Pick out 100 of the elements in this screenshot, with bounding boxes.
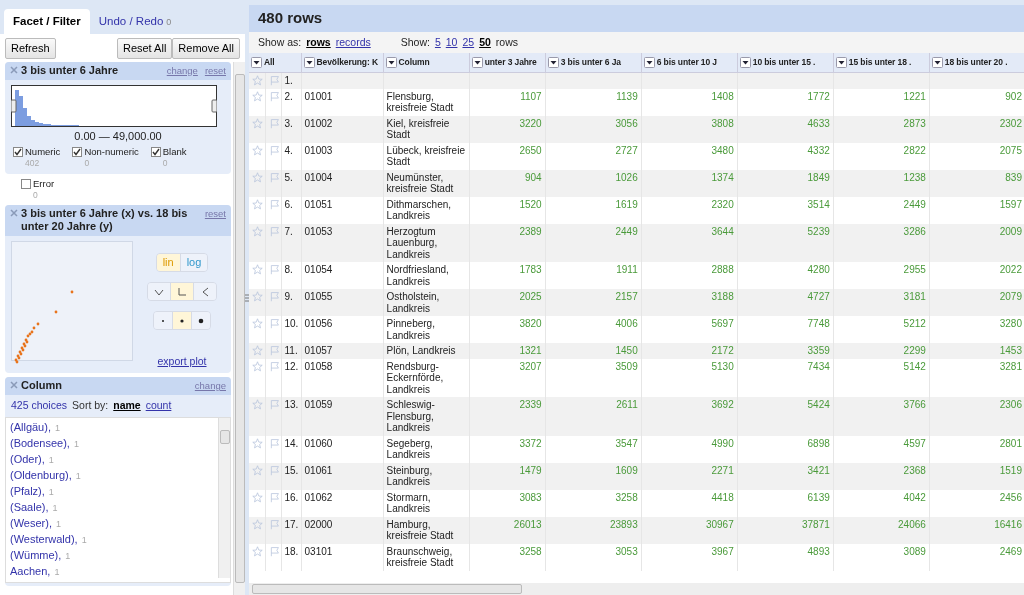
dot-size-toggle[interactable]: [154, 312, 172, 329]
star-icon[interactable]: [252, 464, 263, 476]
star-icon[interactable]: [252, 545, 263, 557]
dropdown-caret-icon[interactable]: [251, 57, 262, 69]
star-icon[interactable]: [252, 144, 263, 156]
star-icon[interactable]: [252, 264, 263, 275]
column-header[interactable]: 10 bis unter 15 .: [737, 53, 834, 73]
flag-icon[interactable]: [268, 464, 280, 476]
dropdown-caret-icon[interactable]: [931, 57, 943, 69]
star-icon[interactable]: [252, 360, 263, 372]
page-size-link[interactable]: 25: [462, 34, 475, 51]
page-size-link[interactable]: 10: [445, 34, 458, 51]
tab[interactable]: Undo / Redo 0: [89, 9, 181, 35]
dropdown-caret-icon[interactable]: [547, 57, 559, 69]
column-header[interactable]: 18 bis unter 20 .: [929, 53, 1024, 73]
flag-icon[interactable]: [268, 399, 280, 410]
histogram-drawing[interactable]: [11, 85, 217, 127]
table-cell: 4418: [711, 491, 734, 503]
flag-icon[interactable]: [268, 198, 280, 210]
flag-icon[interactable]: [268, 117, 280, 129]
column-header[interactable]: 3 bis unter 6 Ja: [545, 53, 642, 73]
flag-icon[interactable]: [268, 171, 280, 183]
flag-icon[interactable]: [268, 437, 280, 449]
toolbar-button[interactable]: Remove All: [172, 38, 240, 59]
flag-icon[interactable]: [268, 345, 280, 356]
close-icon[interactable]: [10, 381, 18, 389]
dropdown-caret-icon[interactable]: [385, 57, 397, 69]
checkbox[interactable]: [21, 178, 31, 189]
dot-size-toggle-group[interactable]: [153, 311, 211, 330]
export-link[interactable]: export plot: [157, 354, 207, 368]
rotation-toggle-group[interactable]: [147, 282, 217, 301]
flag-icon[interactable]: [268, 318, 280, 329]
page-size-link[interactable]: 5: [434, 34, 441, 51]
star-icon[interactable]: [252, 318, 263, 329]
choice-link[interactable]: (Pfalz),: [10, 485, 45, 497]
view-mode-link[interactable]: rows: [306, 34, 331, 51]
star-icon[interactable]: [252, 75, 263, 86]
dropdown-caret-icon[interactable]: [835, 57, 847, 69]
page-size-link[interactable]: 50: [479, 34, 491, 51]
flag-icon[interactable]: [268, 225, 280, 237]
star-icon[interactable]: [252, 491, 263, 503]
choice-link[interactable]: (Westerwald),: [10, 533, 78, 545]
flag-icon[interactable]: [268, 75, 280, 86]
star-icon[interactable]: [252, 90, 263, 102]
close-icon[interactable]: [10, 208, 18, 217]
flag-icon[interactable]: [268, 291, 280, 302]
dropdown-caret-icon[interactable]: [303, 57, 315, 69]
column-header[interactable]: Column: [383, 53, 470, 73]
choice-link[interactable]: (Allgäu),: [10, 421, 51, 433]
choice-count: 1: [48, 487, 54, 497]
star-icon[interactable]: [252, 171, 263, 183]
choice-link[interactable]: (Oder),: [10, 453, 45, 465]
column-header[interactable]: All: [249, 53, 302, 73]
flag-icon[interactable]: [268, 491, 280, 503]
splitter-handle-icon[interactable]: [245, 293, 249, 302]
dropdown-caret-icon[interactable]: [643, 57, 655, 69]
checkbox[interactable]: [72, 146, 83, 157]
choice-link[interactable]: (Saale),: [10, 501, 49, 513]
column-header[interactable]: 6 bis unter 10 J: [641, 53, 738, 73]
star-icon[interactable]: [252, 117, 263, 129]
rotation-toggle[interactable]: [193, 283, 216, 300]
rotation-toggle[interactable]: [148, 283, 170, 300]
dropdown-caret-icon[interactable]: [471, 57, 483, 69]
sort-link[interactable]: name: [113, 398, 141, 414]
view-mode-link[interactable]: records: [335, 34, 371, 51]
choice-link[interactable]: (Wümme),: [10, 549, 62, 561]
column-header[interactable]: unter 3 Jahre: [469, 53, 546, 73]
dropdown-caret-icon[interactable]: [739, 57, 751, 69]
refresh-button[interactable]: Refresh: [5, 38, 56, 59]
flag-icon[interactable]: [268, 144, 280, 156]
star-icon[interactable]: [252, 399, 263, 410]
flag-icon[interactable]: [268, 360, 280, 372]
star-icon[interactable]: [252, 225, 263, 237]
flag-icon[interactable]: [268, 90, 280, 102]
star-icon[interactable]: [252, 518, 263, 530]
flag-icon[interactable]: [268, 264, 280, 275]
choice-link[interactable]: Aachen,: [10, 565, 51, 577]
choice-link[interactable]: (Weser),: [10, 517, 52, 529]
star-icon[interactable]: [252, 345, 263, 356]
sort-link[interactable]: count: [145, 398, 172, 414]
tab[interactable]: Facet / Filter: [4, 9, 90, 35]
column-header[interactable]: Bevölkerung: K: [301, 53, 384, 73]
choice-link[interactable]: (Bodensee),: [10, 437, 70, 449]
star-icon[interactable]: [252, 437, 263, 449]
list-scrollbar[interactable]: [218, 418, 230, 578]
panel-scrollbar[interactable]: [233, 61, 245, 595]
column-header[interactable]: 15 bis unter 18 .: [833, 53, 930, 73]
star-icon[interactable]: [252, 198, 263, 210]
rotation-toggle[interactable]: [170, 283, 193, 300]
flag-icon[interactable]: [268, 518, 280, 530]
dot-size-toggle[interactable]: [191, 312, 210, 329]
checkbox[interactable]: [13, 146, 23, 157]
close-icon[interactable]: [10, 65, 18, 74]
choice-link[interactable]: (Oldenburg),: [10, 469, 72, 481]
checkbox[interactable]: [150, 146, 161, 157]
table-scrollbar[interactable]: [249, 583, 1024, 595]
toolbar-button[interactable]: Reset All: [116, 38, 173, 59]
dot-size-toggle[interactable]: [172, 312, 191, 329]
flag-icon[interactable]: [268, 545, 280, 557]
star-icon[interactable]: [252, 291, 263, 302]
